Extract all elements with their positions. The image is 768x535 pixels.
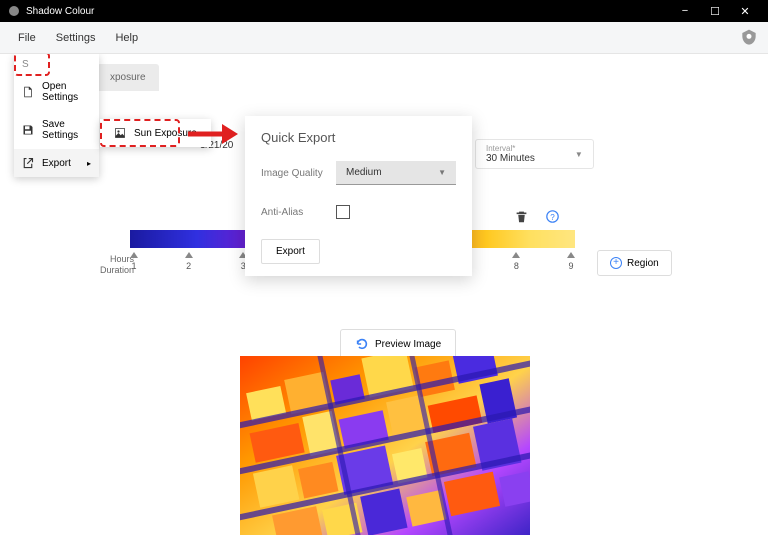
anti-alias-checkbox[interactable] [336,205,350,219]
annotation-submenu-highlight [100,119,180,147]
preview-button-label: Preview Image [375,339,441,350]
menu-save-settings[interactable]: Save Settings [14,111,99,149]
image-quality-select[interactable]: Medium ▼ [336,161,456,185]
refresh-icon [355,337,369,351]
tick[interactable]: 8 [512,252,520,271]
image-quality-label: Image Quality [261,168,336,179]
maximize-button[interactable]: ☐ [700,0,730,22]
gradient-axis-label: Hours Duration [100,254,134,276]
preview-image [240,356,530,535]
menu-open-settings-label: Open Settings [42,81,91,103]
interval-label: Interval* [486,144,535,153]
window-titlebar: Shadow Colour − ☐ ✕ [0,0,768,22]
save-icon [22,124,34,136]
quick-export-panel: Quick Export Image Quality Medium ▼ Anti… [245,116,472,276]
window-title: Shadow Colour [26,6,94,17]
close-button[interactable]: ✕ [730,0,760,22]
menu-file[interactable]: File [8,26,46,50]
region-button[interactable]: + Region [597,250,672,276]
settings-gear-icon[interactable] [738,27,760,49]
export-icon [22,157,34,169]
menu-export[interactable]: Export ▸ [14,149,99,177]
trash-icon[interactable] [515,210,528,228]
menu-settings[interactable]: Settings [46,26,106,50]
tick[interactable]: 9 [567,252,575,271]
annotation-arrow-icon [188,122,238,146]
tick[interactable]: 1 [130,252,138,271]
plus-circle-icon: + [610,257,622,269]
annotation-file-highlight [14,54,50,76]
interval-select[interactable]: Interval* 30 Minutes ▼ [475,139,594,169]
menu-open-settings[interactable]: Open Settings [14,73,99,111]
help-icon[interactable]: ? [546,210,559,228]
region-button-label: Region [627,258,659,269]
menu-help[interactable]: Help [105,26,148,50]
menubar: File Settings Help [0,22,768,54]
tab-sun-exposure[interactable]: xposure [97,64,159,91]
anti-alias-label: Anti-Alias [261,207,336,218]
quick-export-title: Quick Export [261,130,456,145]
image-quality-value: Medium [346,167,382,178]
menu-export-label: Export [42,158,71,169]
content-area: S Open Settings Save Settings Export ▸ S… [0,54,768,535]
chevron-down-icon: ▼ [438,168,446,177]
export-button[interactable]: Export [261,239,320,264]
menu-save-settings-label: Save Settings [42,119,91,141]
preview-image-button[interactable]: Preview Image [340,329,456,359]
app-icon [8,5,20,17]
chevron-right-icon: ▸ [87,159,91,168]
svg-text:?: ? [550,213,555,222]
tick[interactable]: 2 [185,252,193,271]
document-icon [22,86,34,98]
interval-value: 30 Minutes [486,153,535,164]
chevron-down-icon: ▼ [575,150,583,159]
minimize-button[interactable]: − [670,0,700,22]
